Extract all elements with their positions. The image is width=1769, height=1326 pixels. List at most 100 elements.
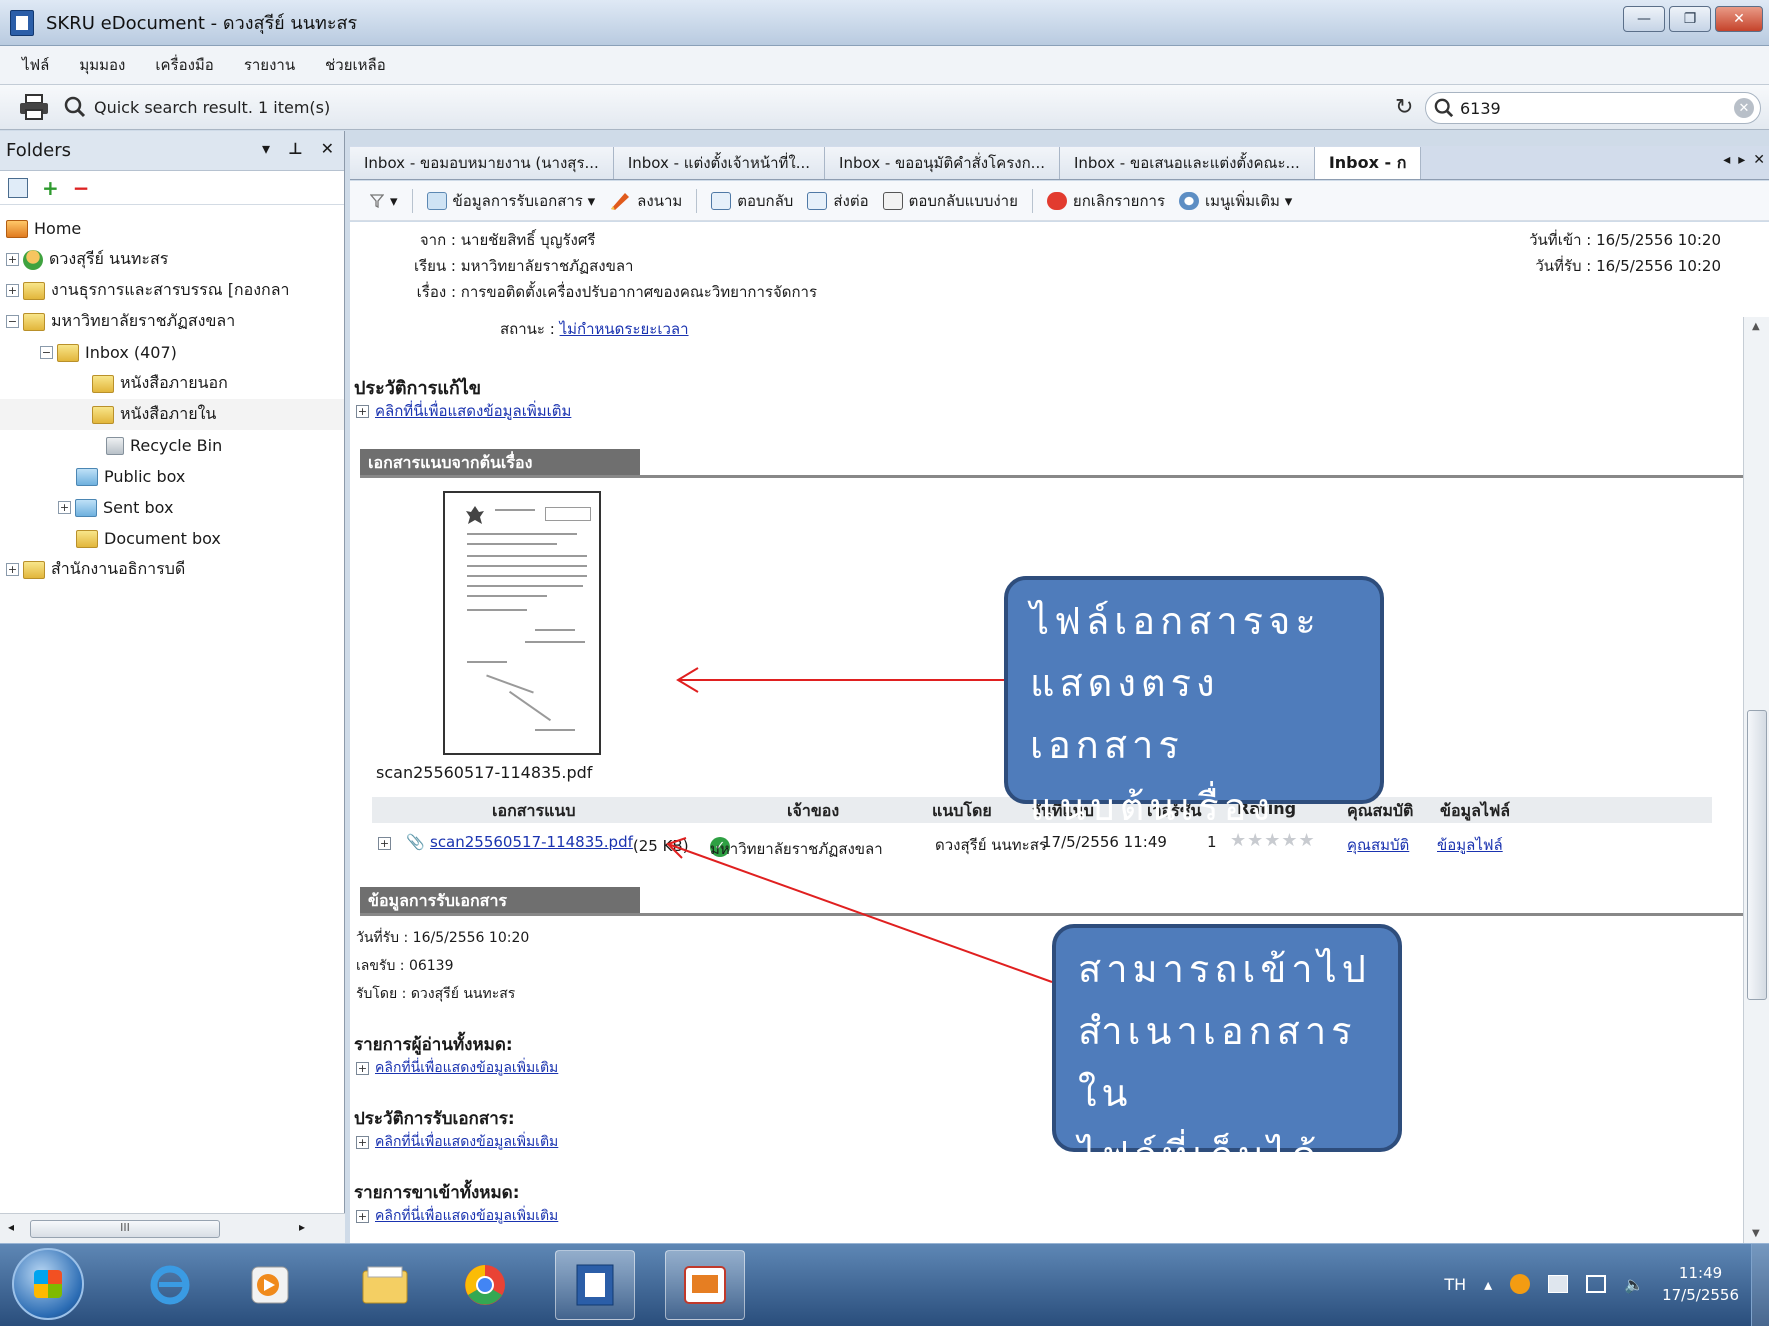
- search-query: 6139: [1460, 98, 1501, 118]
- menu-tools[interactable]: เครื่องมือ: [155, 53, 213, 77]
- tree-item-inbox[interactable]: − Inbox (407): [0, 337, 344, 368]
- scroll-thumb[interactable]: [1747, 710, 1767, 1000]
- network-icon[interactable]: [1586, 1275, 1607, 1293]
- pin-icon[interactable]: ⊥: [288, 139, 303, 158]
- tray-expand-icon[interactable]: ▴: [1484, 1275, 1492, 1294]
- scroll-down-icon[interactable]: ▼: [1752, 1228, 1760, 1239]
- clock[interactable]: 11:49 17/5/2556: [1662, 1262, 1739, 1306]
- folders-hscrollbar[interactable]: ◂ III ▸: [0, 1213, 345, 1243]
- expand-icon[interactable]: +: [6, 563, 19, 576]
- edit-history-link[interactable]: คลิกที่นี่เพื่อแสดงข้อมูลเพิ่มเติม: [375, 402, 571, 420]
- add-folder-icon[interactable]: +: [42, 176, 59, 200]
- clear-search-icon[interactable]: ✕: [1734, 98, 1754, 118]
- public-box-icon: [76, 467, 98, 486]
- chrome-icon: [465, 1265, 505, 1305]
- taskbar-media[interactable]: [230, 1250, 310, 1320]
- content-vscrollbar[interactable]: ▲ ▼: [1743, 317, 1769, 1243]
- expand-icon[interactable]: +: [6, 253, 19, 266]
- collapse-icon[interactable]: −: [40, 346, 53, 359]
- remove-folder-icon[interactable]: −: [73, 176, 90, 200]
- scroll-right-icon[interactable]: ▸: [299, 1220, 305, 1234]
- folder-tree: Home + ดวงสุรีย์ นนทะสร + งานธุรการและสา…: [0, 205, 344, 585]
- volume-icon[interactable]: 🔈: [1624, 1275, 1644, 1294]
- minimize-button[interactable]: —: [1623, 6, 1665, 32]
- tab-document-1[interactable]: Inbox - ขอมอบหมายงาน (นางสุร...: [350, 147, 614, 179]
- receive-info-button[interactable]: ข้อมูลการรับเอกสาร ▾: [426, 189, 595, 213]
- tree-item-president[interactable]: + สำนักงานอธิการบดี: [0, 554, 344, 585]
- expand-icon[interactable]: +: [58, 501, 71, 514]
- taskbar-ie[interactable]: [130, 1250, 210, 1320]
- sign-button[interactable]: ลงนาม: [609, 189, 682, 213]
- cancel-item-button[interactable]: ยกเลิกรายการ: [1046, 189, 1165, 213]
- tree-item-recycle[interactable]: Recycle Bin: [0, 430, 344, 461]
- tab-document-4[interactable]: Inbox - ขอเสนอและแต่งตั้งคณะ...: [1059, 147, 1315, 179]
- action-center-icon[interactable]: [1548, 1275, 1569, 1293]
- search-input[interactable]: 6139 ✕: [1425, 92, 1761, 124]
- status-link[interactable]: ไม่กำหนดระยะเวลา: [560, 320, 689, 338]
- receive-history-link[interactable]: คลิกที่นี่เพื่อแสดงข้อมูลเพิ่มเติม: [375, 1134, 558, 1150]
- tree-item-sent[interactable]: + Sent box: [0, 492, 344, 523]
- taskbar-explorer[interactable]: [345, 1250, 425, 1320]
- properties-link[interactable]: คุณสมบัติ: [1347, 836, 1409, 854]
- scroll-thumb[interactable]: III: [30, 1220, 220, 1238]
- tree-item-admin[interactable]: + งานธุรการและสารบรรณ [กองกลา: [0, 275, 344, 306]
- file-info-link[interactable]: ข้อมูลไฟล์: [1437, 836, 1503, 854]
- menu-reports[interactable]: รายงาน: [244, 53, 295, 77]
- attachment-file-link[interactable]: scan25560517-114835.pdf: [430, 833, 633, 851]
- start-button[interactable]: [12, 1248, 84, 1320]
- tab-document-3[interactable]: Inbox - ขออนุมัติคำสั่งโครงก...: [825, 147, 1060, 179]
- tree-item-home[interactable]: Home: [0, 213, 344, 244]
- menu-bar: ไฟล์ มุมมอง เครื่องมือ รายงาน ช่วยเหลือ: [0, 46, 1769, 84]
- document-line: [525, 641, 585, 643]
- taskbar-powerpoint[interactable]: [665, 1250, 745, 1320]
- menu-view[interactable]: มุมมอง: [79, 53, 125, 77]
- expand-icon[interactable]: +: [356, 1135, 369, 1149]
- reply-button[interactable]: ตอบกลับ: [711, 189, 793, 213]
- attachment-file: scan25560517-114835.pdf (25 KB): [430, 833, 689, 855]
- taskbar-edocument[interactable]: [555, 1250, 635, 1320]
- readers-link[interactable]: คลิกที่นี่เพื่อแสดงข้อมูลเพิ่มเติม: [375, 1060, 558, 1076]
- expand-icon[interactable]: +: [6, 284, 19, 297]
- menu-help[interactable]: ช่วยเหลือ: [325, 53, 386, 77]
- refresh-icon[interactable]: ↻: [1395, 95, 1413, 120]
- tab-document-active[interactable]: Inbox - ก: [1314, 147, 1422, 179]
- show-desktop-button[interactable]: [1751, 1244, 1769, 1326]
- app-tray-icon[interactable]: [1510, 1274, 1531, 1294]
- simple-reply-button[interactable]: ตอบกลับแบบง่าย: [882, 189, 1018, 213]
- tree-item-document[interactable]: Document box: [0, 523, 344, 554]
- filter-button[interactable]: ▾: [370, 192, 398, 210]
- incoming-row: + คลิกที่นี่เพื่อแสดงข้อมูลเพิ่มเติม: [356, 1205, 558, 1227]
- pane-menu-icon[interactable]: ▾: [262, 139, 270, 158]
- received-by: รับโดย : ดวงสุรีย์ นนทะสร: [356, 986, 516, 1002]
- maximize-button[interactable]: ❐: [1669, 6, 1711, 32]
- refresh-folders-icon[interactable]: [8, 177, 28, 198]
- callout-copy-file: สามารถเข้าไป สำเนาเอกสารใน ไฟล์ที่เก็บได…: [1052, 924, 1402, 1177]
- pane-close-icon[interactable]: ✕: [321, 139, 334, 158]
- tree-item-university[interactable]: − มหาวิทยาลัยราชภัฏสงขลา: [0, 306, 344, 337]
- tree-item-internal[interactable]: หนังสือภายใน: [0, 399, 344, 430]
- more-menu-button[interactable]: เมนูเพิ่มเติม ▾: [1179, 189, 1292, 213]
- expand-icon[interactable]: +: [356, 1209, 369, 1223]
- tree-item-user[interactable]: + ดวงสุรีย์ นนทะสร: [0, 244, 344, 275]
- scroll-up-icon[interactable]: ▲: [1752, 321, 1760, 332]
- menu-file[interactable]: ไฟล์: [22, 53, 49, 77]
- forward-button[interactable]: ส่งต่อ: [807, 189, 869, 213]
- expand-icon[interactable]: +: [356, 405, 369, 418]
- language-indicator[interactable]: TH: [1444, 1275, 1466, 1294]
- close-button[interactable]: ✕: [1715, 6, 1763, 32]
- taskbar-chrome[interactable]: [445, 1250, 525, 1320]
- print-button[interactable]: [14, 90, 54, 124]
- expand-icon[interactable]: +: [356, 1061, 369, 1075]
- collapse-icon[interactable]: −: [6, 315, 19, 328]
- tab-prev-icon[interactable]: ◂: [1723, 152, 1730, 168]
- pdf-thumbnail[interactable]: [443, 491, 601, 755]
- document-toolbar: ▾ ข้อมูลการรับเอกสาร ▾ ลงนาม ตอบกลับ ส่ง…: [350, 181, 1769, 221]
- scroll-left-icon[interactable]: ◂: [8, 1220, 14, 1234]
- incoming-link[interactable]: คลิกที่นี่เพื่อแสดงข้อมูลเพิ่มเติม: [375, 1208, 558, 1224]
- tab-document-2[interactable]: Inbox - แต่งตั้งเจ้าหน้าที่ใ...: [613, 147, 826, 179]
- edit-history-row: + คลิกที่นี่เพื่อแสดงข้อมูลเพิ่มเติม: [356, 399, 571, 423]
- tree-item-external[interactable]: หนังสือภายนอก: [0, 368, 344, 399]
- tab-close-icon[interactable]: ✕: [1753, 152, 1765, 168]
- tab-next-icon[interactable]: ▸: [1738, 152, 1745, 168]
- tree-item-public[interactable]: Public box: [0, 461, 344, 492]
